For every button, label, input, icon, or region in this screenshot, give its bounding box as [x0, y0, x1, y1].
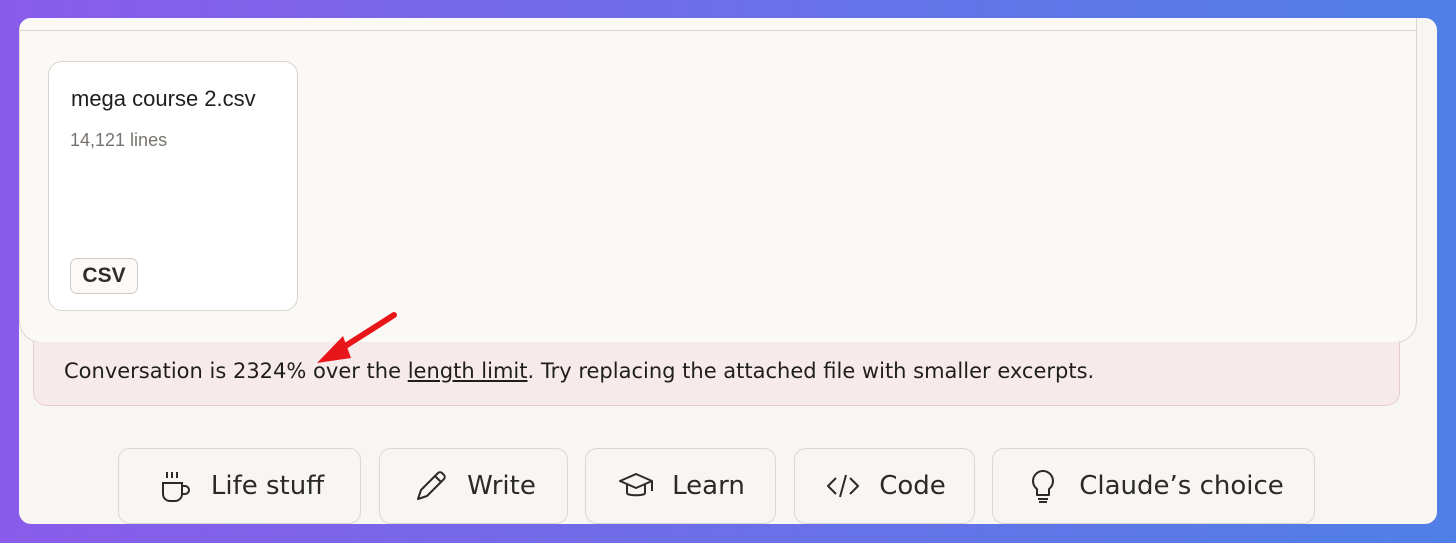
attachment-name: mega course 2.csv — [71, 86, 256, 111]
annotation-arrow-icon — [317, 312, 397, 363]
pencil-icon — [417, 471, 446, 500]
main-panel: mega course 2.csv 14,121 lines CSV Conve… — [19, 18, 1437, 524]
file-type-badge: CSV — [70, 258, 138, 294]
chip-label: Code — [879, 471, 946, 501]
chip-label: Life stuff — [210, 471, 325, 501]
chip-label: Write — [467, 471, 536, 501]
chip-label: Learn — [672, 471, 745, 501]
composer-divider — [20, 30, 1416, 31]
chip-learn[interactable]: Learn — [585, 448, 776, 524]
message-composer[interactable]: mega course 2.csv 14,121 lines CSV — [19, 18, 1417, 343]
coffee-cup-icon — [161, 472, 190, 502]
length-limit-alert: Conversation is 2324% over the length li… — [33, 342, 1400, 406]
chip-label: Claude’s choice — [1079, 471, 1284, 501]
graduation-cap-icon — [619, 473, 654, 497]
code-icon — [827, 474, 860, 498]
chip-claudes-choice[interactable]: Claude’s choice — [992, 448, 1315, 524]
attachment-card[interactable]: mega course 2.csv 14,121 lines CSV — [48, 61, 298, 311]
chip-write[interactable]: Write — [379, 448, 568, 524]
lightbulb-icon — [1032, 470, 1055, 503]
chip-code[interactable]: Code — [794, 448, 975, 524]
alert-message: Conversation is 2324% over the length li… — [64, 359, 1094, 383]
attachment-line-count: 14,121 lines — [70, 130, 168, 150]
alert-text-suffix: . Try replacing the attached file with s… — [527, 359, 1095, 383]
chip-life-stuff[interactable]: Life stuff — [118, 448, 361, 524]
